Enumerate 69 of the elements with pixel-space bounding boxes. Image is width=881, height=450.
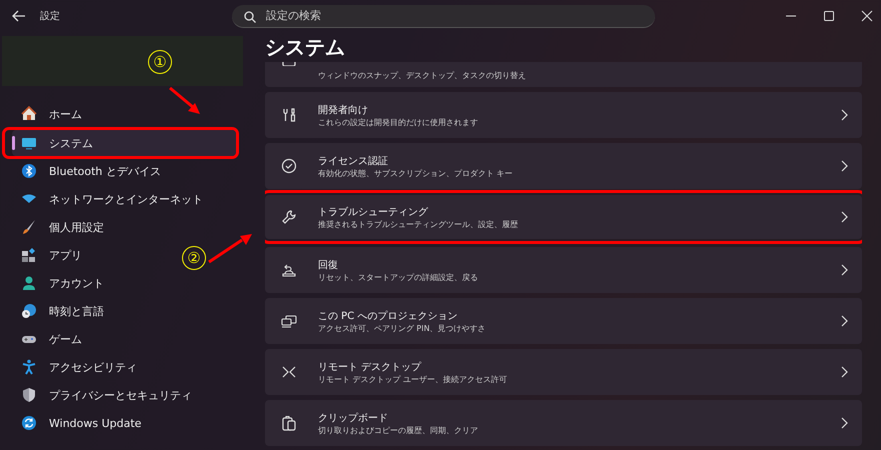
sidebar-item[interactable]: ネットワークとインターネット xyxy=(12,185,209,213)
sidebar-item[interactable]: アクセシビリティ xyxy=(12,353,143,381)
sidebar-item[interactable]: 時刻と言語 xyxy=(12,297,110,325)
card-subtitle: これらの設定は開発目的だけに使用されます xyxy=(318,116,478,128)
chevron-right-icon xyxy=(840,366,848,378)
search-field[interactable]: 設定の検索 xyxy=(232,4,655,28)
monitor-icon xyxy=(21,135,37,151)
window-icon xyxy=(281,62,297,66)
card-title: 回復 xyxy=(318,258,339,272)
settings-card[interactable]: 開発者向け これらの設定は開発目的だけに使用されます xyxy=(265,92,862,138)
sidebar-item[interactable]: Windows Update xyxy=(12,409,148,437)
sidebar-item[interactable]: プライバシーとセキュリティ xyxy=(12,381,198,409)
step-number: ① xyxy=(148,50,172,74)
person-icon xyxy=(21,275,37,291)
settings-card[interactable]: ライセンス認証 有効化の状態、サブスクリプション、プロダクト キー xyxy=(265,143,862,189)
sidebar-item[interactable]: ゲーム xyxy=(12,325,88,353)
sidebar-item[interactable]: アプリ xyxy=(12,241,88,269)
card-title: ライセンス認証 xyxy=(318,154,389,168)
close-icon[interactable] xyxy=(861,10,873,22)
sidebar-item[interactable]: システム xyxy=(12,130,236,156)
chevron-right-icon xyxy=(840,264,848,276)
step-number: ② xyxy=(182,246,206,270)
projection-icon xyxy=(281,313,297,329)
settings-card[interactable]: クリップボード 切り取りおよびコピーの履歴、同期、クリア xyxy=(265,400,862,446)
chevron-right-icon xyxy=(840,109,848,121)
check-circle-icon xyxy=(281,158,297,174)
globe-clock-icon xyxy=(21,303,37,319)
settings-card[interactable]: ウィンドウのスナップ、デスクトップ、タスクの切り替え xyxy=(265,62,862,87)
card-subtitle: 有効化の状態、サブスクリプション、プロダクト キー xyxy=(318,168,513,178)
card-title: クリップボード xyxy=(318,412,389,424)
home-icon xyxy=(21,106,37,122)
sidebar-item[interactable]: ホーム xyxy=(12,100,88,128)
card-subtitle: ウィンドウのスナップ、デスクトップ、タスクの切り替え xyxy=(318,70,526,81)
clipboard-icon xyxy=(281,415,297,431)
card-subtitle: 推奨されるトラブルシューティングツール、設定、履歴 xyxy=(318,218,518,230)
back-icon[interactable] xyxy=(12,10,26,22)
maximize-icon[interactable] xyxy=(823,10,835,22)
recovery-icon xyxy=(281,262,297,278)
settings-card[interactable]: トラブルシューティング 推奨されるトラブルシューティングツール、設定、履歴 xyxy=(265,195,862,239)
card-subtitle: リセット、スタートアップの詳細設定、戻る xyxy=(318,272,478,282)
settings-card[interactable]: この PC へのプロジェクション アクセス許可、ペアリング PIN、見つけやすさ xyxy=(265,298,862,344)
card-subtitle: リモート デスクトップ ユーザー、接続アクセス許可 xyxy=(318,374,508,384)
apps-icon xyxy=(21,247,37,263)
wrench-icon xyxy=(281,209,297,225)
page-title: システム xyxy=(265,34,345,60)
chevron-right-icon xyxy=(840,315,848,327)
bluetooth-icon xyxy=(21,163,37,179)
chevron-right-icon xyxy=(840,160,848,172)
card-title: 開発者向け xyxy=(318,104,369,116)
window-title: 設定 xyxy=(40,10,60,23)
card-title: リモート デスクトップ xyxy=(318,360,422,374)
remote-icon xyxy=(281,364,297,380)
selection-indicator xyxy=(12,136,15,150)
card-title: この PC へのプロジェクション xyxy=(318,310,458,322)
sidebar-item[interactable]: アカウント xyxy=(12,269,110,297)
card-subtitle: アクセス許可、ペアリング PIN、見つけやすさ xyxy=(318,322,486,334)
accessibility-icon xyxy=(21,359,37,375)
shield-icon xyxy=(21,387,37,403)
sidebar-item[interactable]: Bluetooth とデバイス xyxy=(12,157,167,185)
tools-icon xyxy=(281,107,297,123)
brush-icon xyxy=(21,219,37,235)
card-title: トラブルシューティング xyxy=(318,206,429,218)
settings-card[interactable]: リモート デスクトップ リモート デスクトップ ユーザー、接続アクセス許可 xyxy=(265,349,862,395)
card-subtitle: 切り取りおよびコピーの履歴、同期、クリア xyxy=(318,424,478,436)
chevron-right-icon xyxy=(840,417,848,429)
sync-icon xyxy=(21,415,37,431)
sidebar-item[interactable]: 個人用設定 xyxy=(12,213,110,241)
settings-card[interactable]: 回復 リセット、スタートアップの詳細設定、戻る xyxy=(265,247,862,293)
chevron-right-icon xyxy=(840,211,848,223)
